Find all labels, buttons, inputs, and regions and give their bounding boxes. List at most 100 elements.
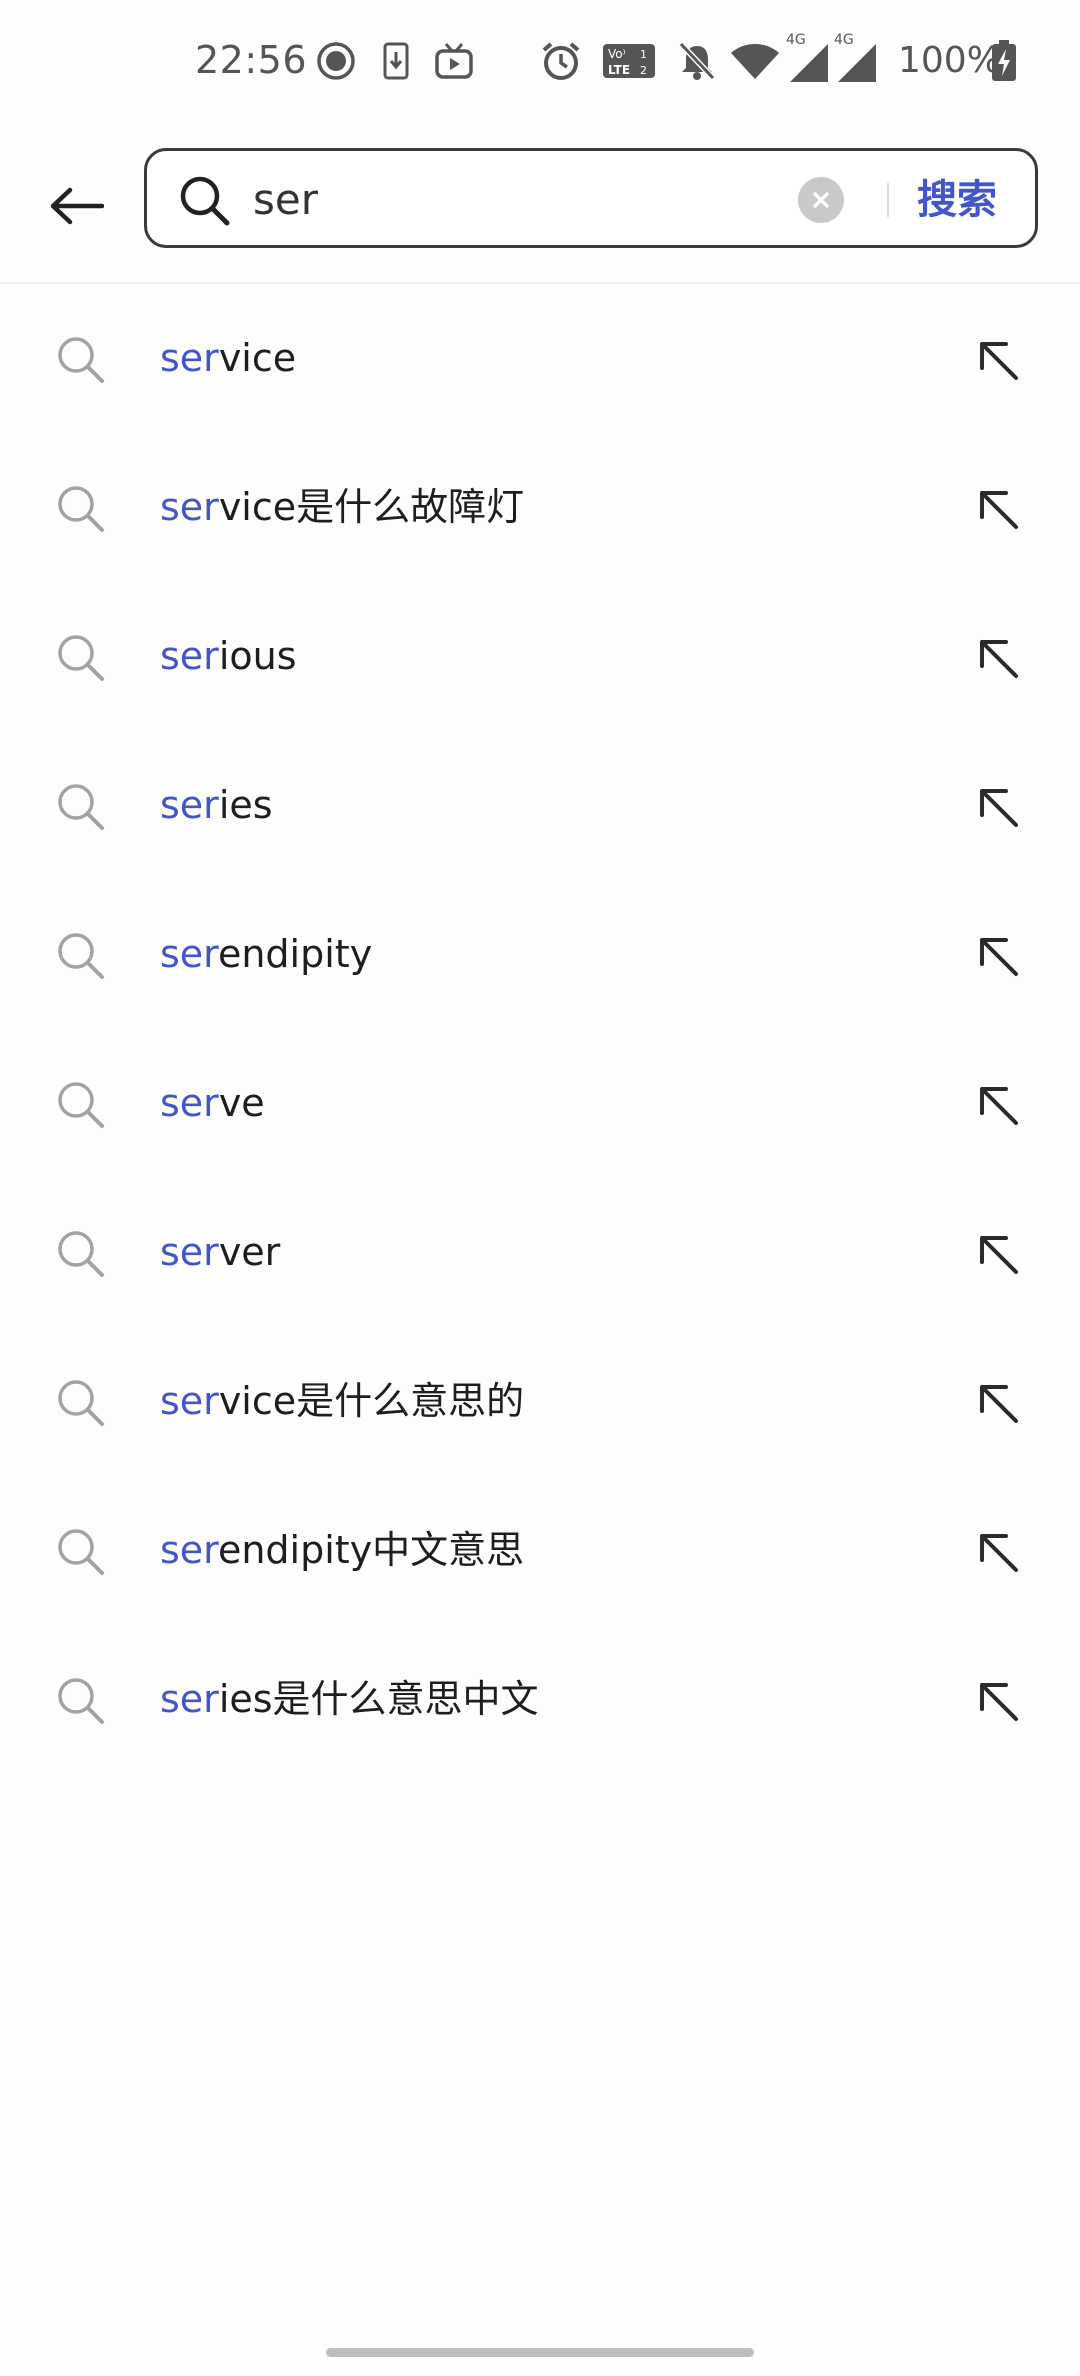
suggestion-match-text: ser [160,1677,219,1721]
suggestion-match-text: ser [160,1379,219,1423]
signal-4g-icon: 4G [834,30,878,84]
svg-text:LTE: LTE [608,63,630,77]
suggestion-rest-text: endipity中文意思 [217,1528,525,1572]
back-button[interactable] [40,170,112,242]
svg-text:Vo⁾: Vo⁾ [608,47,626,61]
svg-text:2: 2 [640,64,647,77]
record-icon [314,38,358,84]
suggestion-text: series [160,775,273,835]
search-icon [58,933,104,979]
suggestion-text: serious [160,626,297,686]
suggestion-item[interactable]: series [0,731,1080,880]
back-arrow-icon [50,187,104,225]
search-icon [58,1380,104,1426]
fill-query-button[interactable] [966,1073,1030,1137]
suggestion-match-text: ser [160,783,219,827]
svg-text:1: 1 [640,48,647,61]
suggestion-rest-text: vice是什么意思的 [218,1379,525,1423]
fill-query-button[interactable] [966,328,1030,392]
suggestion-item[interactable]: service是什么意思的 [0,1327,1080,1476]
suggestion-text: series是什么意思中文 [160,1669,539,1729]
divider [887,183,889,217]
fill-query-button[interactable] [966,1222,1030,1286]
suggestion-match-text: ser [160,1528,218,1572]
suggestion-item[interactable]: serendipity [0,880,1080,1029]
search-icon [58,784,104,830]
close-icon [813,192,829,208]
search-icon [58,1529,104,1575]
arrow-up-left-icon [980,491,1018,529]
suggestion-item[interactable]: serve [0,1029,1080,1178]
suggestion-text: server [160,1222,280,1282]
suggestion-rest-text: ver [218,1230,281,1274]
network-label: 4G [786,32,806,48]
search-icon [180,176,230,226]
fill-query-button[interactable] [966,1371,1030,1435]
search-icon [58,1678,104,1724]
volte-icon: Vo⁾ LTE 1 2 [602,38,656,84]
suggestion-rest-text: vice [218,336,297,380]
clear-button[interactable] [798,177,844,223]
wifi-icon [728,38,782,84]
search-icon [58,1231,104,1277]
search-icon [58,486,104,532]
download-icon [378,38,414,84]
search-button[interactable]: 搜索 [917,171,997,229]
suggestion-text: serendipity中文意思 [160,1520,524,1580]
suggestion-text: serve [160,1073,265,1133]
arrow-up-left-icon [980,1385,1018,1423]
arrow-up-left-icon [980,1683,1018,1721]
suggestion-rest-text: ve [218,1081,265,1125]
tv-icon [432,38,476,84]
mute-icon [676,38,718,84]
alarm-icon [538,38,584,84]
suggestion-match-text: ser [160,932,218,976]
arrow-up-left-icon [980,1087,1018,1125]
battery-charging-icon [990,38,1018,84]
suggestion-rest-text: endipity [217,932,373,976]
fill-query-button[interactable] [966,477,1030,541]
suggestion-item[interactable]: service [0,284,1080,433]
status-time: 22:56 [195,38,308,82]
suggestion-match-text: ser [160,336,219,380]
suggestion-item[interactable]: serious [0,582,1080,731]
search-input[interactable] [253,165,813,233]
fill-query-button[interactable] [966,1520,1030,1584]
suggestion-match-text: ser [160,1081,219,1125]
fill-query-button[interactable] [966,924,1030,988]
arrow-up-left-icon [980,1534,1018,1572]
arrow-up-left-icon [980,640,1018,678]
suggestion-list: service service是什么故障灯 serious series ser… [0,284,1080,1774]
suggestion-item[interactable]: series是什么意思中文 [0,1625,1080,1774]
home-indicator[interactable] [326,2348,754,2357]
suggestion-rest-text: ious [218,634,297,678]
fill-query-button[interactable] [966,1669,1030,1733]
search-icon [58,1082,104,1128]
battery-percentage: 100% [898,40,1001,81]
suggestion-item[interactable]: service是什么故障灯 [0,433,1080,582]
suggestion-rest-text: ies是什么意思中文 [218,1677,539,1721]
arrow-up-left-icon [980,342,1018,380]
suggestion-rest-text: vice是什么故障灯 [218,485,525,529]
status-bar: 22:56 Vo⁾ LTE 1 2 4G 4G 100% [0,0,1080,120]
search-icon [58,635,104,681]
suggestion-match-text: ser [160,1230,219,1274]
suggestion-text: service是什么意思的 [160,1371,524,1431]
search-box[interactable]: 搜索 [144,148,1038,248]
arrow-up-left-icon [980,938,1018,976]
suggestion-text: service [160,328,296,388]
search-header: 搜索 [0,130,1080,282]
signal-4g-icon: 4G [786,30,830,84]
fill-query-button[interactable] [966,775,1030,839]
suggestion-match-text: ser [160,634,219,678]
suggestion-text: serendipity [160,924,372,984]
arrow-up-left-icon [980,1236,1018,1274]
suggestion-match-text: ser [160,485,219,529]
suggestion-text: service是什么故障灯 [160,477,524,537]
suggestion-item[interactable]: serendipity中文意思 [0,1476,1080,1625]
fill-query-button[interactable] [966,626,1030,690]
suggestion-rest-text: ies [218,783,273,827]
suggestion-item[interactable]: server [0,1178,1080,1327]
network-label: 4G [834,32,854,48]
search-icon [58,337,104,383]
